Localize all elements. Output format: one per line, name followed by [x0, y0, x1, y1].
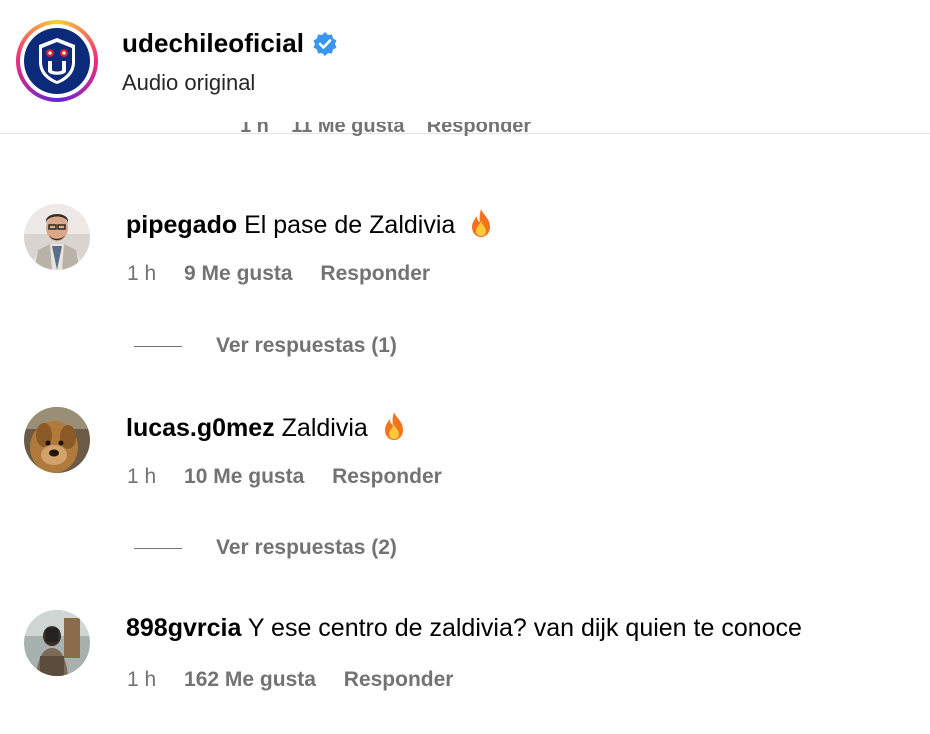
comment-text: Y ese centro de zaldivia? van dijk quien… [247, 614, 802, 642]
comment-likes[interactable]: 162 Me gusta [184, 668, 316, 692]
replies-divider [134, 345, 182, 347]
reply-button[interactable]: Responder [320, 262, 430, 286]
comment-time: 1 h [127, 668, 157, 691]
post-header: udechileoficial Audio original [0, 0, 930, 134]
reply-button[interactable]: Responder [344, 668, 454, 692]
comment-likes[interactable]: 9 Me gusta [184, 262, 293, 286]
view-replies-button[interactable]: Ver respuestas (1) [134, 334, 397, 358]
profile-avatar[interactable] [16, 20, 98, 102]
view-replies-label[interactable]: Ver respuestas (1) [216, 334, 397, 358]
post-username[interactable]: udechileoficial [122, 28, 304, 59]
commenter-avatar[interactable] [24, 407, 90, 473]
comment-time: 1 h [127, 465, 157, 488]
fire-icon [472, 209, 491, 237]
verified-badge-icon [313, 31, 337, 56]
audio-label[interactable]: Audio original [122, 70, 255, 96]
comment-username[interactable]: 898gvrcia [126, 614, 241, 642]
comment-username[interactable]: pipegado [126, 211, 237, 239]
comment-time: 1 h [127, 262, 157, 285]
fire-icon [384, 412, 403, 440]
view-replies-label[interactable]: Ver respuestas (2) [216, 536, 397, 560]
reply-button[interactable]: Responder [332, 465, 442, 489]
previous-comment-meta: 1 h 11 Me gusta Responder [240, 122, 532, 136]
replies-divider [134, 547, 182, 549]
commenter-avatar[interactable] [24, 204, 90, 270]
commenter-avatar[interactable] [24, 610, 90, 676]
comment-text: Zaldivia [281, 414, 368, 442]
comment-username[interactable]: lucas.g0mez [126, 414, 275, 442]
comment-likes[interactable]: 10 Me gusta [184, 465, 304, 489]
club-logo-icon [24, 28, 90, 94]
comment-text: El pase de Zaldivia [244, 211, 456, 239]
view-replies-button[interactable]: Ver respuestas (2) [134, 536, 397, 560]
